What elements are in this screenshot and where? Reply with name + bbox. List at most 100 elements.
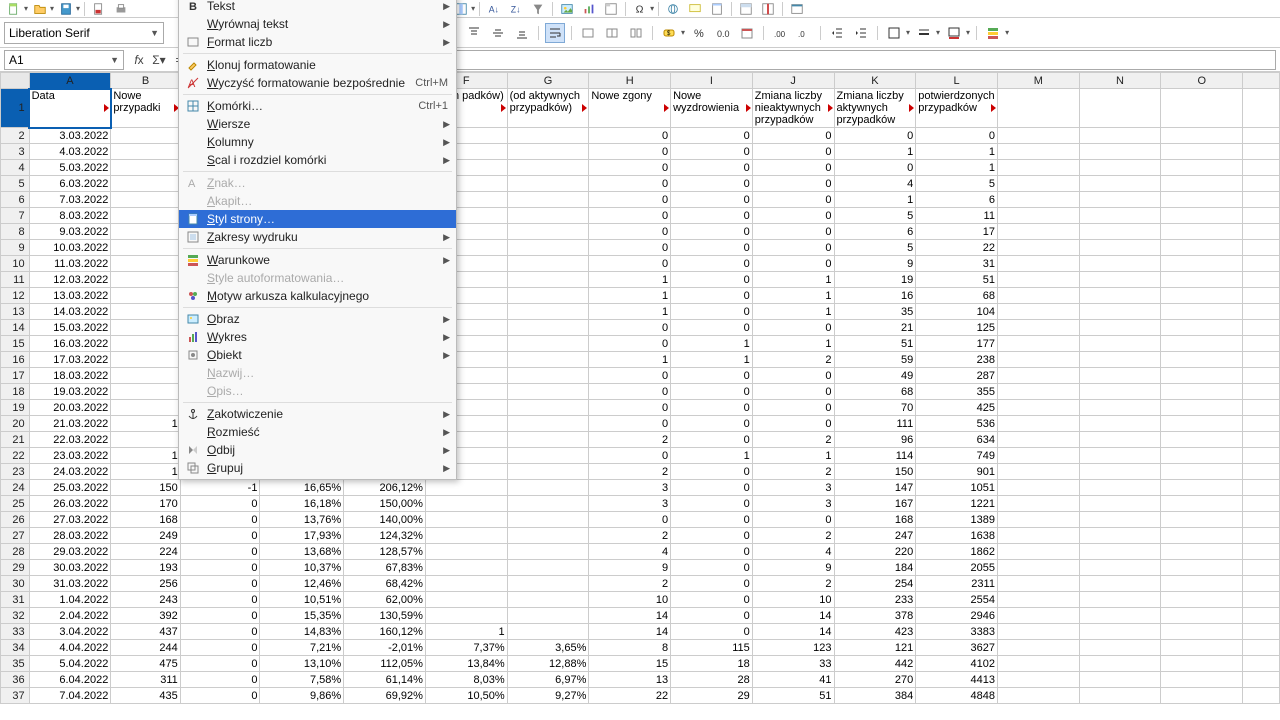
menu-item[interactable]: Wykres▶ <box>179 328 456 346</box>
cell-M26[interactable] <box>997 512 1079 528</box>
cell-B7[interactable] <box>111 208 180 224</box>
cell-K30[interactable]: 254 <box>834 576 916 592</box>
save-icon[interactable] <box>56 1 76 17</box>
cell-A27[interactable]: 28.03.2022 <box>29 528 111 544</box>
cell-O8[interactable] <box>1161 224 1243 240</box>
cell-O3[interactable] <box>1161 144 1243 160</box>
row-header-19[interactable]: 19 <box>1 400 30 416</box>
col-header-K[interactable]: K <box>834 73 916 89</box>
cell-B16[interactable] <box>111 352 180 368</box>
cell-N9[interactable] <box>1079 240 1161 256</box>
cell-E27[interactable]: 124,32% <box>344 528 426 544</box>
insert-image-icon[interactable] <box>557 1 577 17</box>
cell-B1[interactable]: Nowe przypadki <box>111 89 180 128</box>
cell-K6[interactable]: 1 <box>834 192 916 208</box>
cell-J8[interactable]: 0 <box>752 224 834 240</box>
cell-I37[interactable]: 29 <box>671 688 753 704</box>
cell-A26[interactable]: 27.03.2022 <box>29 512 111 528</box>
cell-A18[interactable]: 19.03.2022 <box>29 384 111 400</box>
cell-K12[interactable]: 16 <box>834 288 916 304</box>
cell-L14[interactable]: 125 <box>916 320 998 336</box>
cell-L12[interactable]: 68 <box>916 288 998 304</box>
cell-C33[interactable]: 0 <box>180 624 260 640</box>
col-header-B[interactable]: B <box>111 73 180 89</box>
cell-B17[interactable] <box>111 368 180 384</box>
border-style-icon[interactable] <box>914 23 934 43</box>
cell-G19[interactable] <box>507 400 589 416</box>
borders-icon[interactable] <box>884 23 904 43</box>
cell-N12[interactable] <box>1079 288 1161 304</box>
cell-B3[interactable] <box>111 144 180 160</box>
cell-B27[interactable]: 249 <box>111 528 180 544</box>
cell-K14[interactable]: 21 <box>834 320 916 336</box>
cell-M36[interactable] <box>997 672 1079 688</box>
cell-H34[interactable]: 8 <box>589 640 671 656</box>
freeze-icon[interactable] <box>736 1 756 17</box>
cell-E37[interactable]: 69,92% <box>344 688 426 704</box>
cell-G13[interactable] <box>507 304 589 320</box>
cell-G34[interactable]: 3,65% <box>507 640 589 656</box>
cell-B24[interactable]: 150 <box>111 480 180 496</box>
cell-O10[interactable] <box>1161 256 1243 272</box>
cell-I10[interactable]: 0 <box>671 256 753 272</box>
cell-B37[interactable]: 435 <box>111 688 180 704</box>
cell-O11[interactable] <box>1161 272 1243 288</box>
row-header-1[interactable]: 1 <box>1 89 30 128</box>
cell-D30[interactable]: 12,46% <box>260 576 344 592</box>
cell-G4[interactable] <box>507 160 589 176</box>
cell-J28[interactable]: 4 <box>752 544 834 560</box>
cell-E35[interactable]: 112,05% <box>344 656 426 672</box>
cell-O35[interactable] <box>1161 656 1243 672</box>
cell-N1[interactable] <box>1079 89 1161 128</box>
cell-F30[interactable] <box>425 576 507 592</box>
cell-G6[interactable] <box>507 192 589 208</box>
window-icon[interactable] <box>787 1 807 17</box>
cell-H4[interactable]: 0 <box>589 160 671 176</box>
cell-C24[interactable]: -1 <box>180 480 260 496</box>
cell-G24[interactable] <box>507 480 589 496</box>
filter-icon[interactable] <box>528 1 548 17</box>
cell-H33[interactable]: 14 <box>589 624 671 640</box>
percent-icon[interactable]: % <box>689 23 709 43</box>
open-icon[interactable] <box>30 1 50 17</box>
select-all-corner[interactable] <box>1 73 30 89</box>
cell-J4[interactable]: 0 <box>752 160 834 176</box>
cell-K9[interactable]: 5 <box>834 240 916 256</box>
cell-G31[interactable] <box>507 592 589 608</box>
function-wizard-icon[interactable]: fx <box>130 53 148 67</box>
row-header-18[interactable]: 18 <box>1 384 30 400</box>
cell-I3[interactable]: 0 <box>671 144 753 160</box>
cell-L36[interactable]: 4413 <box>916 672 998 688</box>
cell-K15[interactable]: 51 <box>834 336 916 352</box>
cell-H3[interactable]: 0 <box>589 144 671 160</box>
cell-M21[interactable] <box>997 432 1079 448</box>
hyperlink-icon[interactable] <box>663 1 683 17</box>
cell-L31[interactable]: 2554 <box>916 592 998 608</box>
cell-M28[interactable] <box>997 544 1079 560</box>
row-header-34[interactable]: 34 <box>1 640 30 656</box>
cell-E29[interactable]: 67,83% <box>344 560 426 576</box>
row-header-6[interactable]: 6 <box>1 192 30 208</box>
cell-K19[interactable]: 70 <box>834 400 916 416</box>
cell-J16[interactable]: 2 <box>752 352 834 368</box>
cell-D32[interactable]: 15,35% <box>260 608 344 624</box>
cell-J3[interactable]: 0 <box>752 144 834 160</box>
cell-N27[interactable] <box>1079 528 1161 544</box>
cell-N11[interactable] <box>1079 272 1161 288</box>
cell-H14[interactable]: 0 <box>589 320 671 336</box>
cell-L19[interactable]: 425 <box>916 400 998 416</box>
insert-chart-icon[interactable] <box>579 1 599 17</box>
row-header-3[interactable]: 3 <box>1 144 30 160</box>
cell-M7[interactable] <box>997 208 1079 224</box>
cell-H24[interactable]: 3 <box>589 480 671 496</box>
cell-J35[interactable]: 33 <box>752 656 834 672</box>
cell-I24[interactable]: 0 <box>671 480 753 496</box>
col-header-M[interactable]: M <box>997 73 1079 89</box>
menu-item[interactable]: Komórki…Ctrl+1 <box>179 97 456 115</box>
row-header-33[interactable]: 33 <box>1 624 30 640</box>
align-vcenter-icon[interactable] <box>488 23 508 43</box>
cell-A2[interactable]: 3.03.2022 <box>29 128 111 144</box>
cell-I21[interactable]: 0 <box>671 432 753 448</box>
cell-M8[interactable] <box>997 224 1079 240</box>
cell-M3[interactable] <box>997 144 1079 160</box>
